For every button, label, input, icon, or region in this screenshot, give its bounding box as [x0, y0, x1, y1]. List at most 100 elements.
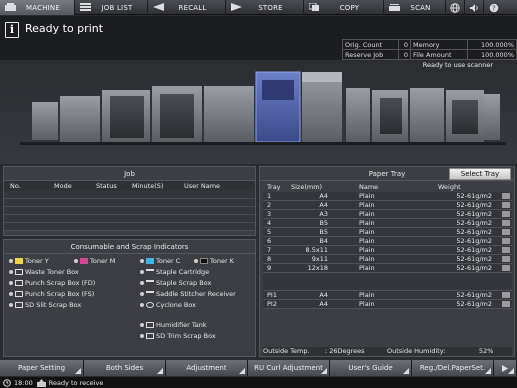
- ru-curl-adjustment-button[interactable]: RU Curl Adjustment: [248, 360, 330, 376]
- tray-row[interactable]: 3 A3 Plain 52-61g/m2: [263, 210, 512, 219]
- job-row[interactable]: [4, 191, 255, 199]
- tray-row[interactable]: PI1 A4 Plain 52-61g/m2: [263, 291, 512, 300]
- punch-fd-indicator: Punch Scrap Box (FD): [9, 279, 95, 287]
- tray-row[interactable]: 7 8.5x11 Plain 52-61g/m2: [263, 246, 512, 255]
- tray-weight: 52-61g/m2: [456, 246, 492, 254]
- staple-icon: [146, 269, 154, 275]
- scrap-box-icon: [15, 302, 23, 308]
- paper-setting-button[interactable]: Paper Setting: [0, 360, 84, 376]
- outside-temp-label: Outside Temp.: [263, 347, 310, 355]
- printer-machine-image[interactable]: [0, 60, 517, 164]
- tab-store[interactable]: STORE: [226, 0, 304, 15]
- language-button[interactable]: [446, 0, 465, 15]
- machine-icon: [5, 3, 16, 11]
- select-tray-button[interactable]: Select Tray: [449, 168, 511, 180]
- tab-job-list[interactable]: JOB LIST: [75, 0, 148, 15]
- job-col-status: Status: [96, 182, 117, 190]
- humidifier-indicator: Humidifier Tank: [140, 321, 207, 329]
- paper-level-icon: [502, 247, 510, 253]
- tray-size: A3: [319, 210, 328, 218]
- tray-size: 9x11: [311, 255, 328, 263]
- memory-label: Memory: [410, 39, 468, 50]
- status-line: 18:00 Ready to receive: [0, 377, 517, 388]
- reg-del-paperset-button[interactable]: Reg./Del.PaperSet.: [412, 360, 494, 376]
- job-col-user: User Name: [184, 182, 221, 190]
- staple-cartridge-indicator: Staple Cartridge: [140, 268, 209, 276]
- tray-row[interactable]: 5 B5 Plain 52-61g/m2: [263, 228, 512, 237]
- tray-paper-name: Plain: [359, 192, 375, 200]
- tray-weight: 52-61g/m2: [456, 210, 492, 218]
- adjustment-button[interactable]: Adjustment: [166, 360, 248, 376]
- tray-spacer: [263, 273, 512, 291]
- volume-button[interactable]: [465, 0, 484, 15]
- staple-icon: [146, 291, 154, 297]
- tray-weight: 52-61g/m2: [456, 237, 492, 245]
- tray-row[interactable]: 9 12x18 Plain 52-61g/m2: [263, 264, 512, 273]
- counter-table: Orig. Count 0 Memory 100.000% Reserve Jo…: [341, 39, 517, 60]
- status-line-message: Ready to receive: [48, 378, 104, 387]
- sd-trim-indicator: SD Trim Scrap Box: [140, 332, 216, 340]
- tray-weight: 52-61g/m2: [456, 300, 492, 308]
- paper-level-icon: [502, 238, 510, 244]
- help-icon: ?: [489, 3, 498, 12]
- file-amount-value: 100.000%: [466, 49, 517, 60]
- tray-weight: 52-61g/m2: [456, 201, 492, 209]
- tray-size: B4: [319, 237, 328, 245]
- tray-paper-name: Plain: [359, 246, 375, 254]
- job-row[interactable]: [4, 199, 255, 207]
- tray-number: 6: [267, 237, 272, 245]
- tray-weight: 52-61g/m2: [456, 219, 492, 227]
- punch-icon: [15, 291, 23, 297]
- tray-row[interactable]: 4 B5 Plain 52-61g/m2: [263, 219, 512, 228]
- job-row[interactable]: [4, 215, 255, 223]
- tray-size: B5: [319, 219, 328, 227]
- tab-recall[interactable]: RECALL: [148, 0, 226, 15]
- memory-value: 100.000%: [466, 39, 517, 50]
- both-sides-button[interactable]: Both Sides: [84, 360, 166, 376]
- tank-icon: [146, 322, 154, 328]
- paper-level-icon: [502, 256, 510, 262]
- tray-row[interactable]: PI2 A4 Plain 52-61g/m2: [263, 300, 512, 309]
- machine-illustration-area: Ready to use scanner: [0, 60, 517, 164]
- orig-count-label: Orig. Count: [341, 39, 400, 50]
- tray-number: 9: [267, 264, 272, 272]
- tray-col-weight: Weight: [438, 183, 461, 191]
- tray-row[interactable]: 8 9x11 Plain 52-61g/m2: [263, 255, 512, 264]
- next-page-button[interactable]: [494, 360, 517, 376]
- tray-number: 5: [267, 228, 272, 236]
- toner-icon: [80, 258, 88, 264]
- tray-size: 12x18: [307, 264, 328, 272]
- tab-scan[interactable]: SCAN: [384, 0, 446, 15]
- tray-row[interactable]: 6 B4 Plain 52-61g/m2: [263, 237, 512, 246]
- tray-col-tray: Tray: [267, 183, 281, 191]
- tray-paper-name: Plain: [359, 201, 375, 209]
- tray-paper-name: Plain: [359, 291, 375, 299]
- tab-recall-label: RECALL: [178, 3, 207, 12]
- tray-row[interactable]: 1 A4 Plain 52-61g/m2: [263, 192, 512, 201]
- tray-paper-name: Plain: [359, 219, 375, 227]
- job-col-mode: Mode: [54, 182, 72, 190]
- staple-icon: [146, 280, 154, 286]
- tray-number: 8: [267, 255, 272, 263]
- punch-fs-indicator: Punch Scrap Box (FS): [9, 290, 94, 298]
- staple-scrap-indicator: Staple Scrap Box: [140, 279, 211, 287]
- tray-paper-name: Plain: [359, 237, 375, 245]
- tray-number: PI1: [267, 291, 277, 299]
- help-button[interactable]: ?: [484, 0, 503, 15]
- tab-machine[interactable]: MACHINE: [0, 0, 75, 15]
- waste-toner-indicator: Waste Toner Box: [9, 268, 79, 276]
- toner-icon: [15, 258, 23, 264]
- tray-col-size: Size(mm): [291, 183, 323, 191]
- tab-store-label: STORE: [258, 3, 283, 12]
- tray-paper-name: Plain: [359, 264, 375, 272]
- tab-copy[interactable]: COPY: [304, 0, 384, 15]
- tray-row[interactable]: 2 A4 Plain 52-61g/m2: [263, 201, 512, 210]
- reserve-job-label: Reserve Job: [341, 49, 400, 60]
- tray-size: A4: [319, 300, 328, 308]
- tab-scan-label: SCAN: [410, 3, 431, 12]
- tray-number: 7: [267, 246, 272, 254]
- job-row[interactable]: [4, 223, 255, 231]
- job-row[interactable]: [4, 207, 255, 215]
- users-guide-button[interactable]: User's Guide: [330, 360, 412, 376]
- tray-table-header: Tray Size(mm) Name Weight: [263, 183, 512, 192]
